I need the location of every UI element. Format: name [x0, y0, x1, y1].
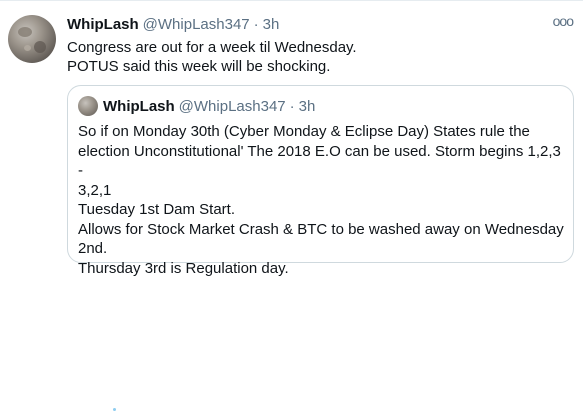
- quoted-text-line: Allows for Stock Market Crash & BTC to b…: [78, 220, 564, 238]
- display-name[interactable]: WhipLash: [67, 16, 139, 33]
- quoted-tweet-text: So if on Monday 30th (Cyber Monday & Ecl…: [78, 122, 566, 278]
- cursor-dot: [113, 408, 116, 411]
- quoted-timestamp[interactable]: 3h: [299, 98, 316, 115]
- quoted-text-line: election Unconstitutional' The 2018 E.O …: [78, 142, 561, 180]
- quoted-text-line: Tuesday 1st Dam Start.: [78, 201, 236, 218]
- separator-dot: ·: [289, 97, 295, 115]
- tweet-text-line: POTUS said this week will be shocking.: [67, 58, 331, 75]
- tweet[interactable]: WhipLash @WhipLash347 · 3h ooo Congress …: [0, 0, 583, 412]
- tweet-text: Congress are out for a week til Wednesda…: [67, 38, 567, 76]
- quoted-tweet[interactable]: WhipLash @WhipLash347 · 3h So if on Mond…: [67, 85, 574, 277]
- avatar[interactable]: [8, 15, 56, 63]
- quoted-user-handle[interactable]: @WhipLash347: [179, 98, 286, 115]
- quoted-text-line: Thursday 3rd is Regulation day.: [78, 259, 289, 277]
- separator-dot: ·: [253, 15, 259, 33]
- avatar-texture: [18, 27, 32, 37]
- avatar-texture: [34, 41, 46, 53]
- avatar-texture: [24, 45, 31, 51]
- quoted-text-line: 3,2,1: [78, 181, 112, 199]
- quoted-text-line: 2nd.: [78, 240, 108, 257]
- quoted-avatar[interactable]: [78, 96, 98, 116]
- tweet-text-line: Congress are out for a week til Wednesda…: [67, 39, 357, 56]
- tweet-header: WhipLash @WhipLash347 · 3h: [67, 14, 279, 34]
- quoted-display-name[interactable]: WhipLash: [103, 98, 175, 115]
- quoted-tweet-header: WhipLash @WhipLash347 · 3h: [103, 96, 315, 116]
- timestamp[interactable]: 3h: [263, 16, 280, 33]
- user-handle[interactable]: @WhipLash347: [143, 16, 250, 33]
- quoted-text-line: So if on Monday 30th (Cyber Monday & Ecl…: [78, 123, 530, 140]
- more-horizontal-icon[interactable]: ooo: [553, 13, 574, 29]
